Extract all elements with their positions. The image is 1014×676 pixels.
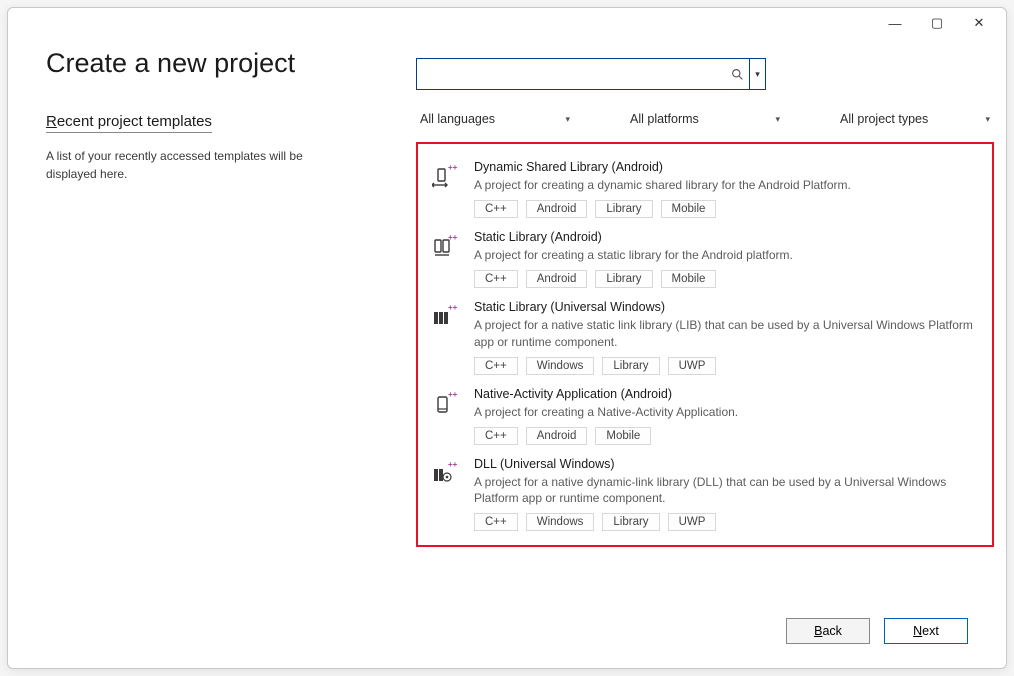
template-description: A project for a native static link libra… xyxy=(474,317,978,349)
titlebar: — ▢ ✕ xyxy=(8,8,1006,38)
template-title: DLL (Universal Windows) xyxy=(474,457,978,471)
chevron-down-icon: ▾ xyxy=(775,114,780,125)
template-title: Static Library (Universal Windows) xyxy=(474,300,978,314)
template-tag: Windows xyxy=(526,357,595,375)
minimize-button[interactable]: — xyxy=(874,12,916,34)
platform-filter-label: All platforms xyxy=(630,112,699,126)
template-description: A project for creating a dynamic shared … xyxy=(474,177,978,193)
template-item[interactable]: ++ Static Library (Universal Windows) A p… xyxy=(432,292,978,378)
template-tag: Library xyxy=(602,357,659,375)
template-description: A project for creating a Native-Activity… xyxy=(474,404,978,420)
template-tag: Android xyxy=(526,200,588,218)
template-item[interactable]: ++ DLL (Universal Windows) A project for … xyxy=(432,449,978,535)
template-tag: UWP xyxy=(668,513,717,531)
native-activity-icon: ++ xyxy=(432,389,460,417)
tag-row: C++ Android Library Mobile xyxy=(474,270,978,288)
tag-row: C++ Android Mobile xyxy=(474,427,978,445)
recent-templates-heading: Recent project templates xyxy=(46,113,212,133)
template-body: Static Library (Universal Windows) A proj… xyxy=(474,300,978,374)
svg-text:++: ++ xyxy=(448,460,458,469)
left-column: Create a new project Recent project temp… xyxy=(46,48,376,582)
template-tag: C++ xyxy=(474,270,518,288)
template-body: Native-Activity Application (Android) A p… xyxy=(474,387,978,445)
svg-text:++: ++ xyxy=(448,163,458,172)
language-filter[interactable]: All languages ▾ xyxy=(420,112,570,126)
tag-row: C++ Windows Library UWP xyxy=(474,513,978,531)
project-type-filter-label: All project types xyxy=(840,112,928,126)
template-body: Dynamic Shared Library (Android) A projec… xyxy=(474,160,978,218)
template-body: Static Library (Android) A project for cr… xyxy=(474,230,978,288)
template-tag: Library xyxy=(595,200,652,218)
template-tag: Windows xyxy=(526,513,595,531)
back-button[interactable]: Back xyxy=(786,618,870,644)
project-type-filter[interactable]: All project types ▾ xyxy=(840,112,990,126)
template-tag: Android xyxy=(526,427,588,445)
static-lib-uwp-icon: ++ xyxy=(432,302,460,330)
template-tag: C++ xyxy=(474,513,518,531)
next-button[interactable]: Next xyxy=(884,618,968,644)
dynamic-shared-lib-icon: ++ xyxy=(432,162,460,190)
template-item[interactable]: ++ Native-Activity Application (Android)… xyxy=(432,379,978,449)
template-description: A project for creating a static library … xyxy=(474,247,978,263)
search-row: ▾ xyxy=(416,58,994,90)
svg-text:++: ++ xyxy=(448,303,458,312)
recent-templates-description: A list of your recently accessed templat… xyxy=(46,147,326,183)
template-tag: C++ xyxy=(474,200,518,218)
chevron-down-icon: ▾ xyxy=(985,114,990,125)
template-title: Native-Activity Application (Android) xyxy=(474,387,978,401)
template-list-highlighted: ++ Dynamic Shared Library (Android) A pro… xyxy=(416,142,994,547)
template-tag: C++ xyxy=(474,427,518,445)
template-title: Dynamic Shared Library (Android) xyxy=(474,160,978,174)
template-body: DLL (Universal Windows) A project for a n… xyxy=(474,457,978,531)
tag-row: C++ Android Library Mobile xyxy=(474,200,978,218)
dialog-window: — ▢ ✕ Create a new project Recent projec… xyxy=(7,7,1007,669)
template-title: Static Library (Android) xyxy=(474,230,978,244)
language-filter-label: All languages xyxy=(420,112,495,126)
template-tag: Mobile xyxy=(661,200,717,218)
content-area: Create a new project Recent project temp… xyxy=(8,38,1006,602)
template-tag: UWP xyxy=(668,357,717,375)
template-item[interactable]: ++ Dynamic Shared Library (Android) A pro… xyxy=(432,152,978,222)
dll-uwp-icon: ++ xyxy=(432,459,460,487)
chevron-down-icon: ▾ xyxy=(565,114,570,125)
template-item[interactable]: ++ Static Library (Android) A project for… xyxy=(432,222,978,292)
search-dropdown-toggle[interactable]: ▾ xyxy=(749,59,765,89)
filter-row: All languages ▾ All platforms ▾ All proj… xyxy=(416,112,994,126)
right-column: ▾ All languages ▾ All platforms ▾ All pr… xyxy=(416,48,994,582)
platform-filter[interactable]: All platforms ▾ xyxy=(630,112,780,126)
tag-row: C++ Windows Library UWP xyxy=(474,357,978,375)
search-input[interactable] xyxy=(417,59,725,89)
template-tag: Library xyxy=(595,270,652,288)
footer: Back Next xyxy=(8,602,1006,668)
template-tag: C++ xyxy=(474,357,518,375)
search-box: ▾ xyxy=(416,58,766,90)
maximize-button[interactable]: ▢ xyxy=(916,12,958,34)
page-title: Create a new project xyxy=(46,48,376,79)
template-tag: Android xyxy=(526,270,588,288)
template-tag: Library xyxy=(602,513,659,531)
template-tag: Mobile xyxy=(595,427,651,445)
template-tag: Mobile xyxy=(661,270,717,288)
svg-text:++: ++ xyxy=(448,390,458,399)
search-icon[interactable] xyxy=(725,59,749,89)
close-button[interactable]: ✕ xyxy=(958,12,1000,34)
static-lib-android-icon: ++ xyxy=(432,232,460,260)
template-description: A project for a native dynamic-link libr… xyxy=(474,474,978,506)
